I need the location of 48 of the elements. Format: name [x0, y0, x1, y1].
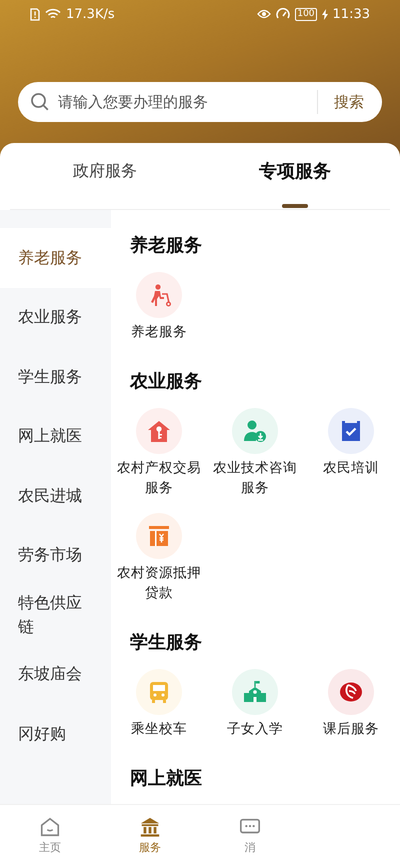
- tab[interactable]: 专项服务: [200, 143, 390, 209]
- sidebar-item[interactable]: 东坡庙会: [0, 644, 111, 704]
- tab-indicator: [282, 204, 308, 208]
- wifi-icon: [45, 8, 61, 20]
- service-item[interactable]: 农民培训: [303, 408, 399, 498]
- sidebar-item[interactable]: 养老服务: [0, 228, 111, 288]
- clock: 11:33: [332, 6, 370, 22]
- service-item[interactable]: 农村产权交易服务: [111, 408, 207, 498]
- sidebar-item[interactable]: 网上就医: [0, 406, 111, 466]
- service-item[interactable]: 农业技术咨询服务: [207, 408, 303, 498]
- gauge-icon: [276, 8, 290, 20]
- service-item[interactable]: 农村资源抵押贷款: [111, 513, 207, 603]
- service-label: 农业技术咨询服务: [212, 459, 298, 498]
- service-item[interactable]: 子女入学: [207, 669, 303, 739]
- section-title: 学生服务: [129, 631, 203, 655]
- nav-tab[interactable]: 消: [200, 805, 300, 866]
- tab[interactable]: 政府服务: [10, 143, 200, 209]
- service-label: 课后服务: [322, 720, 380, 739]
- service-label: 乘坐校车: [130, 720, 188, 739]
- sidebar-item[interactable]: 劳务市场: [0, 526, 111, 585]
- section-title: 农业服务: [128, 370, 203, 394]
- sidebar-item[interactable]: 特色供应链: [0, 585, 111, 644]
- network-speed: 17.3K/s: [66, 6, 115, 22]
- service-label: 农村资源抵押贷款: [116, 564, 202, 603]
- service-label: 农村产权交易服务: [116, 459, 202, 498]
- sidebar-item[interactable]: 农业服务: [0, 288, 111, 347]
- section-title: 养老服务: [128, 234, 203, 258]
- service-item[interactable]: 养老服务: [111, 272, 207, 342]
- section-title: 网上就医: [129, 767, 203, 791]
- battery-level: 100: [295, 8, 317, 20]
- nav-tab[interactable]: 服务: [100, 805, 200, 866]
- service-label: 子女入学: [226, 720, 284, 739]
- sim-alert-icon: [30, 8, 40, 20]
- nav-tab[interactable]: 主页: [0, 805, 100, 866]
- search-field[interactable]: 请输入您要办理的服务 搜索: [18, 82, 382, 122]
- sidebar-item[interactable]: 冈好购: [0, 704, 111, 764]
- service-label: 农民培训: [322, 459, 380, 478]
- search-icon: [30, 92, 50, 112]
- home-icon: [39, 816, 61, 838]
- service-item[interactable]: 课后服务: [303, 669, 399, 739]
- sidebar-item[interactable]: 学生服务: [0, 347, 111, 406]
- eye-icon: [257, 9, 272, 19]
- bank-icon: [139, 816, 161, 838]
- search-button[interactable]: 搜索: [318, 92, 374, 112]
- service-item[interactable]: 乘坐校车: [111, 669, 207, 739]
- service-label: 养老服务: [130, 323, 188, 342]
- charging-icon: [322, 8, 328, 20]
- sidebar-item[interactable]: 农民进城: [0, 466, 111, 526]
